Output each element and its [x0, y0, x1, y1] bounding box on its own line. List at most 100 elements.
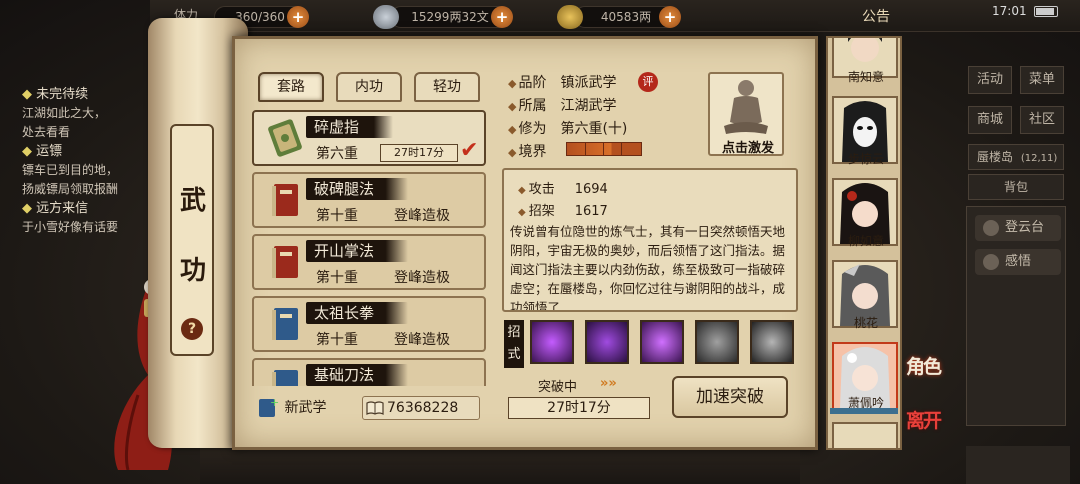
quest-line: 镖车已到目的地， [22, 163, 119, 177]
bottom-right-bar[interactable] [966, 446, 1070, 484]
skill-name: 基础刀法 [306, 364, 409, 386]
realm-key: 境界 [508, 144, 546, 160]
skill-name: 碎虚指 [306, 116, 394, 138]
grade-value: 镇派武学 [560, 75, 617, 91]
quest-line: 扬威镖局领取报酬 [22, 182, 119, 196]
skill-status: 登峰造极 [394, 332, 450, 348]
gold-value: 40583两 [600, 10, 652, 24]
belong-key: 所属 [508, 98, 546, 114]
tab-routines[interactable]: 套路 [258, 72, 324, 102]
grade-row: 品阶镇派武学 [508, 72, 616, 92]
move-slot-grey-icon[interactable] [695, 320, 739, 364]
skill-description: 传说曾有位隐世的炼气士，其有一日突然顿悟天地阴阳，宇宙无极的奥妙，而后领悟了这门… [510, 224, 786, 312]
open-book-icon [366, 401, 384, 415]
quest-line: 处去看看 [22, 125, 71, 139]
skill-status: 登峰造极 [394, 208, 450, 224]
location-coords: (12,11) [1020, 153, 1058, 164]
location-display: 蜃楼岛 (12,11) [968, 144, 1064, 170]
speed-up-button[interactable]: 加速突破 [672, 376, 788, 418]
breaking-label: 突破中 [538, 380, 578, 395]
quest-head: 运镖 [22, 142, 162, 161]
skill-row[interactable]: 开山掌法 第十重 登峰造极 [252, 234, 486, 290]
quest-head: 远方来信 [22, 199, 162, 218]
parry-stat: 招架 1617 [518, 200, 608, 219]
gold-add-button[interactable]: + [659, 6, 681, 28]
quest-line: 江湖如此之大， [22, 106, 107, 120]
move-slot-purple-icon[interactable] [585, 320, 629, 364]
skill-level: 第十重 [316, 208, 358, 224]
cloud-platform-label: 登云台 [1005, 220, 1045, 235]
realm-bar [566, 142, 642, 156]
meditating-monk-icon [724, 80, 768, 134]
moves-label: 招式 [504, 320, 524, 368]
evaluate-badge[interactable]: 评 [638, 72, 658, 92]
gold-icon [557, 5, 583, 29]
bottom-nav-bar[interactable] [200, 446, 800, 484]
character-name: 南知意 [847, 70, 884, 84]
leave-button[interactable]: 离开 [906, 406, 942, 433]
character-name: 桃花 [853, 316, 878, 330]
tab-lightness[interactable]: 轻功 [414, 72, 480, 102]
silver-display: 15299两32文 + [373, 5, 513, 29]
parry-key: 招架 [518, 204, 555, 219]
character-portrait[interactable] [832, 422, 898, 448]
insight-label: 感悟 [1005, 254, 1032, 269]
belong-row: 所属江湖武学 [508, 95, 616, 115]
breaking-arrows-icon: »» [600, 376, 617, 391]
character-column[interactable]: 南知意 步惊云 柳如意 桃花 萧佩吟 [826, 36, 902, 450]
tab-inner-power[interactable]: 内功 [336, 72, 402, 102]
move-slot-purple-icon[interactable] [530, 320, 574, 364]
role-button[interactable]: 角色 [906, 352, 942, 379]
quest-panel[interactable]: 未完待续 江湖如此之大， 处去看看 运镖 镖车已到目的地， 扬威镖局领取报酬 远… [22, 85, 162, 255]
skill-points-value: 76368228 [387, 400, 459, 416]
skill-level: 第六重 [316, 146, 358, 162]
cloud-platform-icon [983, 220, 999, 236]
help-button[interactable]: ? [181, 318, 203, 340]
skill-name: 破碑腿法 [306, 178, 409, 200]
skill-level: 第十重 [316, 332, 358, 348]
belong-value: 江湖武学 [560, 98, 617, 114]
cultivation-row: 修为第六重(十) [508, 118, 627, 138]
silver-add-button[interactable]: + [491, 6, 513, 28]
skill-row[interactable]: 基础刀法 [252, 358, 486, 386]
side-shortcut-panel: 登云台 感悟 [966, 206, 1066, 426]
top-resource-bar: 体力 360/360 + 15299两32文 + 40583两 + [150, 0, 1080, 32]
attack-value: 1694 [574, 182, 608, 197]
community-button[interactable]: 社区 [1020, 106, 1064, 134]
realm-row: 境界 [508, 141, 546, 161]
breaking-time: 27时17分 [508, 397, 650, 419]
skill-row[interactable]: 破碑腿法 第十重 登峰造极 [252, 172, 486, 228]
skill-points-display: 76368228 [362, 396, 480, 420]
burst-label: 点击激发 [721, 141, 774, 156]
attack-stat: 攻击 1694 [518, 178, 608, 197]
stamina-add-button[interactable]: + [287, 6, 309, 28]
skill-name: 太祖长拳 [306, 302, 409, 324]
attack-key: 攻击 [518, 182, 555, 197]
skill-row[interactable]: 碎虚指 第六重 27时17分 ✔ [252, 110, 486, 166]
skill-list[interactable]: 碎虚指 第六重 27时17分 ✔ 破碑腿法 第十重 登峰造极 开山掌法 第十重 … [252, 110, 486, 386]
bag-button[interactable]: 背包 [968, 174, 1064, 200]
skill-row[interactable]: 太祖长拳 第十重 登峰造极 [252, 296, 486, 352]
svg-text:+: + [270, 396, 279, 409]
move-slot-grey-icon[interactable] [750, 320, 794, 364]
red-book-icon [272, 184, 298, 216]
location-name: 蜃楼岛 [977, 150, 1014, 164]
move-slot-purple-icon[interactable] [640, 320, 684, 364]
skill-name: 开山掌法 [306, 240, 409, 262]
insight-button[interactable]: 感悟 [975, 249, 1061, 275]
new-book-icon: + [259, 396, 279, 417]
skill-level: 第十重 [316, 270, 358, 286]
cloud-platform-button[interactable]: 登云台 [975, 215, 1061, 241]
selected-check-icon: ✔ [460, 138, 479, 163]
menu-button[interactable]: 菜单 [1020, 66, 1064, 94]
shop-button[interactable]: 商城 [968, 106, 1012, 134]
new-skill-label: 新武学 [284, 400, 327, 416]
battery-icon [1034, 6, 1058, 17]
notice-button[interactable]: 公告 [862, 6, 890, 26]
character-name: 步惊云 [847, 152, 884, 166]
new-skill-button[interactable]: + 新武学 [256, 395, 326, 421]
skill-timer: 27时17分 [380, 144, 458, 162]
red-book-icon [272, 246, 298, 278]
activity-button[interactable]: 活动 [968, 66, 1012, 94]
parry-value: 1617 [574, 204, 608, 219]
